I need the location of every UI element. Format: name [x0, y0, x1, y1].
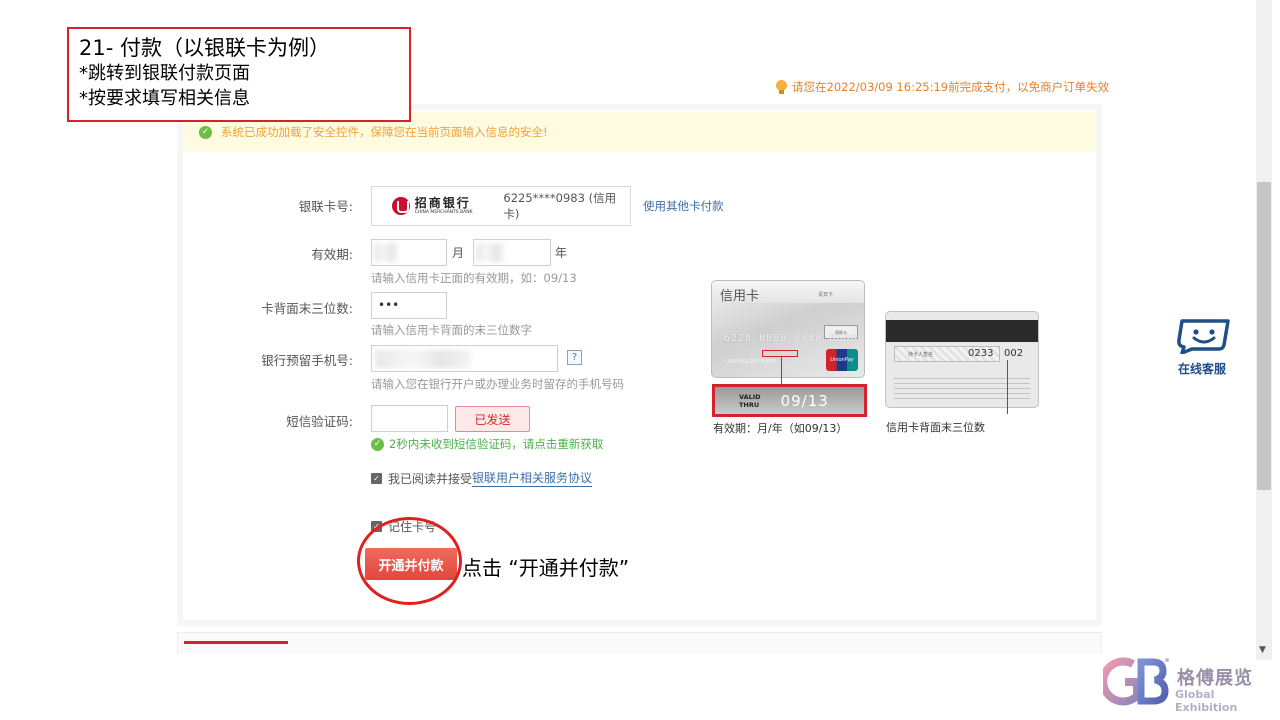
- sms-code-input[interactable]: [371, 405, 448, 432]
- scrollbar-thumb[interactable]: [1257, 182, 1271, 490]
- credit-card-back-illustration: 持卡人签名 0233 002: [885, 311, 1039, 408]
- valid-thru-label: VALID THRU: [739, 393, 761, 409]
- click-instruction: 点击 “开通并付款”: [462, 556, 630, 580]
- card-front-tag: 贵宾卡: [818, 292, 834, 298]
- cvv-label: 卡背面末三位数:: [261, 301, 353, 316]
- other-card-link[interactable]: 使用其他卡付款: [643, 198, 724, 214]
- card-front-highlight: [762, 350, 798, 357]
- callout-line-1: *跳转到银联付款页面: [79, 63, 250, 84]
- phone-label: 银行预留手机号:: [261, 353, 353, 368]
- selected-card: 招商银行 CHINA MERCHANTS BANK 6225****0983 (…: [371, 186, 631, 226]
- remember-card-text: 记住卡号: [388, 520, 437, 534]
- unionpay-logo-icon: UnionPay: [826, 349, 858, 371]
- valid-thru-zoom: VALID THRU 09/13: [712, 384, 867, 417]
- next-section-panel: [177, 632, 1102, 654]
- check-circle-icon: ✓: [371, 437, 384, 451]
- send-sms-button[interactable]: 已发送: [455, 406, 530, 432]
- card-front-title: 信用卡: [720, 289, 760, 304]
- chat-face-icon: [1177, 319, 1230, 355]
- agreement-text: 我已阅读并接受: [388, 471, 473, 486]
- pointer-line: [1007, 360, 1008, 414]
- open-and-pay-button[interactable]: 开通并付款: [365, 548, 457, 580]
- fine-print-lines: [894, 374, 1030, 400]
- callout-line-2: *按要求填写相关信息: [79, 88, 250, 109]
- bank-name-en: CHINA MERCHANTS BANK: [414, 209, 473, 215]
- page-scrollbar[interactable]: [1256, 0, 1272, 660]
- brand-logo: 格傅展览 Global Exhibition: [1103, 656, 1279, 714]
- expiry-month-input[interactable]: [371, 239, 447, 266]
- agreement-checkbox-row[interactable]: ✓ 我已阅读并接受 银联用户相关服务协议: [371, 469, 593, 487]
- online-service-widget[interactable]: 在线客服: [1168, 318, 1236, 377]
- card-back-caption: 信用卡背面末三位数: [886, 421, 985, 434]
- blurred-value: [476, 243, 504, 262]
- magnetic-strip: [886, 320, 1038, 342]
- lightbulb-icon: [776, 79, 787, 95]
- deadline-text: 请您在2022/03/09 16:25:19前完成支付，以免商户订单失效: [792, 80, 1110, 94]
- sms-note: ✓ 2秒内未收到短信验证码，请点击重新获取: [371, 436, 603, 452]
- brand-name-en: Global Exhibition: [1175, 688, 1238, 714]
- phone-hint: 请输入您在银行开户或办理业务时留存的手机号码: [371, 377, 624, 391]
- sms-note-text: 2秒内未收到短信验证码，请点击重新获取: [389, 437, 604, 451]
- callout-title: 21- 付款（以银联卡为例）: [79, 36, 330, 60]
- card-front-holder: CARDHOLDER NAME: [724, 359, 776, 365]
- blurred-value: [375, 350, 471, 368]
- year-unit: 年: [555, 246, 568, 260]
- cmb-bank-logo-icon: [392, 197, 410, 215]
- agreement-checkbox[interactable]: ✓: [371, 472, 382, 484]
- scroll-down-arrow-icon[interactable]: ▼: [1259, 645, 1266, 655]
- card-back-code-prefix: 0233: [968, 348, 994, 359]
- valid-text: VALID: [739, 392, 761, 401]
- card-front-number: 6228 8888 8888 8888: [724, 333, 858, 344]
- blurred-value: [374, 243, 398, 262]
- payment-deadline: 请您在2022/03/09 16:25:19前完成支付，以免商户订单失效: [776, 79, 1109, 95]
- remember-card-checkbox[interactable]: ✓: [371, 521, 382, 532]
- gb-logo-icon: [1103, 657, 1169, 706]
- cvv-input[interactable]: •••: [371, 292, 447, 319]
- valid-thru-date: 09/13: [780, 391, 829, 410]
- card-front-caption: 有效期：月/年（如09/13）: [713, 422, 848, 435]
- card-number-value: 6225****0983 (信用卡): [503, 191, 617, 221]
- help-icon[interactable]: ?: [567, 350, 582, 365]
- check-circle-icon: ✓: [199, 125, 212, 139]
- expiry-hint: 请输入信用卡正面的有效期，如：09/13: [371, 271, 577, 285]
- thru-text: THRU: [739, 400, 760, 409]
- card-number-label: 银联卡号:: [298, 199, 353, 214]
- instruction-callout: 21- 付款（以银联卡为例） *跳转到银联付款页面 *按要求填写相关信息: [67, 27, 411, 122]
- bank-name: 招商银行 CHINA MERCHANTS BANK: [414, 195, 494, 216]
- sms-label: 短信验证码:: [286, 414, 353, 429]
- month-unit: 月: [452, 246, 465, 260]
- pointer-line: [781, 357, 782, 385]
- brand-name-cn: 格傅展览: [1177, 668, 1253, 689]
- phone-input[interactable]: [371, 345, 558, 372]
- remember-card-row[interactable]: ✓ 记住卡号: [371, 518, 436, 535]
- expiry-year-input[interactable]: [473, 239, 551, 266]
- agreement-link[interactable]: 银联用户相关服务协议: [472, 469, 593, 487]
- credit-card-front-illustration: 信用卡 贵宾卡 银联卡 6228 8888 8888 8888 CARDHOLD…: [711, 280, 865, 378]
- cvv-hint: 请输入信用卡背面的末三位数字: [371, 323, 532, 337]
- bank-name-cn: 招商银行: [414, 195, 471, 210]
- online-service-label: 在线客服: [1177, 362, 1226, 376]
- signature-text: 持卡人签名: [908, 352, 934, 358]
- section-tab-indicator: [184, 641, 288, 644]
- security-notice-text: 系统已成功加载了安全控件，保障您在当前页面输入信息的安全!: [221, 125, 548, 139]
- expiry-label: 有效期:: [311, 247, 353, 262]
- card-back-cvv: 002: [1004, 348, 1024, 359]
